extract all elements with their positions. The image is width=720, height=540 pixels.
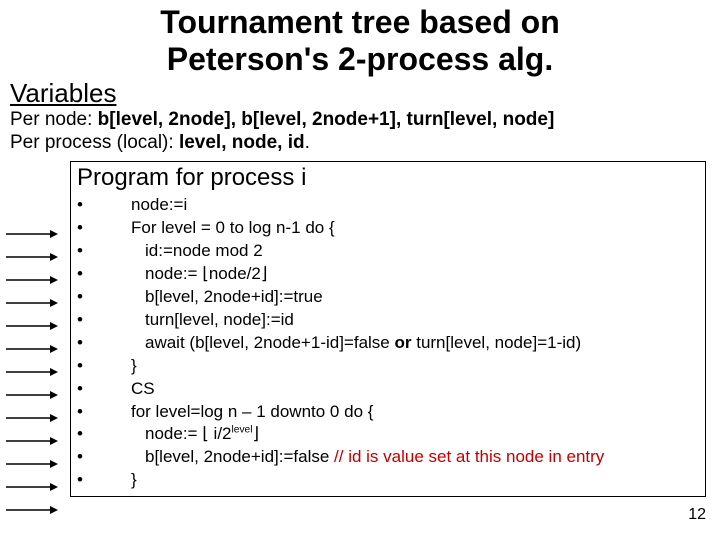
code-line: •id:=node mod 2 bbox=[77, 240, 699, 263]
page-number: 12 bbox=[688, 506, 706, 524]
bullet-dot-icon: • bbox=[77, 355, 103, 378]
bullet-arrows-column bbox=[6, 222, 60, 521]
slide-title: Tournament tree based on Peterson's 2-pr… bbox=[10, 4, 710, 78]
code-text: node:= ⌊node/2⌋ bbox=[103, 263, 267, 286]
code-line: •for level=log n – 1 downto 0 do { bbox=[77, 401, 699, 424]
vars-line1-prefix: Per node: bbox=[10, 109, 98, 130]
code-line: •node:= ⌊node/2⌋ bbox=[77, 263, 699, 286]
code-line: •node:= ⌊ i/2level⌋ bbox=[77, 423, 699, 446]
code-line: •b[level, 2node+id]:=false // id is valu… bbox=[77, 446, 699, 469]
code-text: id:=node mod 2 bbox=[103, 240, 263, 263]
title-line-2: Peterson's 2-process alg. bbox=[167, 41, 553, 77]
code-text: } bbox=[103, 469, 137, 492]
arrow-icon bbox=[6, 475, 60, 498]
code-text: turn[level, node]:=id bbox=[103, 309, 294, 332]
bullet-dot-icon: • bbox=[77, 240, 103, 263]
program-code-list: •node:=i•For level = 0 to log n-1 do {•i… bbox=[77, 194, 699, 492]
arrow-icon bbox=[6, 498, 60, 521]
code-text: await (b[level, 2node+1-id]=false or tur… bbox=[103, 332, 581, 355]
code-text: CS bbox=[103, 378, 155, 401]
arrow-icon bbox=[6, 452, 60, 475]
bullet-dot-icon: • bbox=[77, 309, 103, 332]
arrow-icon bbox=[6, 268, 60, 291]
bullet-dot-icon: • bbox=[77, 332, 103, 355]
code-line: •} bbox=[77, 355, 699, 378]
code-text: For level = 0 to log n-1 do { bbox=[103, 217, 335, 240]
vars-line2-bold: level, node, id bbox=[179, 132, 305, 153]
bullet-dot-icon: • bbox=[77, 194, 103, 217]
code-line: •turn[level, node]:=id bbox=[77, 309, 699, 332]
vars-line2-prefix: Per process (local): bbox=[10, 132, 179, 153]
variables-line-1: Per node: b[level, 2node], b[level, 2nod… bbox=[10, 108, 710, 132]
bullet-dot-icon: • bbox=[77, 423, 103, 446]
arrow-icon bbox=[6, 245, 60, 268]
arrow-icon bbox=[6, 314, 60, 337]
code-line: •node:=i bbox=[77, 194, 699, 217]
arrow-icon bbox=[6, 222, 60, 245]
slide: Tournament tree based on Peterson's 2-pr… bbox=[0, 0, 720, 540]
bullet-dot-icon: • bbox=[77, 217, 103, 240]
variables-heading: Variables bbox=[10, 80, 710, 106]
bullet-dot-icon: • bbox=[77, 378, 103, 401]
title-line-1: Tournament tree based on bbox=[160, 4, 559, 40]
arrow-icon bbox=[6, 406, 60, 429]
variables-block: Per node: b[level, 2node], b[level, 2nod… bbox=[10, 108, 710, 156]
bullet-dot-icon: • bbox=[77, 469, 103, 492]
bullet-dot-icon: • bbox=[77, 286, 103, 309]
program-box: Program for process i •node:=i•For level… bbox=[70, 161, 706, 497]
code-line: •} bbox=[77, 469, 699, 492]
bullet-dot-icon: • bbox=[77, 401, 103, 424]
arrow-icon bbox=[6, 383, 60, 406]
arrow-icon bbox=[6, 360, 60, 383]
variables-line-2: Per process (local): level, node, id. bbox=[10, 131, 710, 155]
arrow-icon bbox=[6, 429, 60, 452]
code-text: node:=i bbox=[103, 194, 187, 217]
bullet-dot-icon: • bbox=[77, 263, 103, 286]
bullet-dot-icon: • bbox=[77, 446, 103, 469]
code-line: •For level = 0 to log n-1 do { bbox=[77, 217, 699, 240]
vars-line1-bold: b[level, 2node], b[level, 2node+1], turn… bbox=[98, 109, 555, 130]
code-text: b[level, 2node+id]:=false // id is value… bbox=[103, 446, 604, 469]
code-text: } bbox=[103, 355, 137, 378]
code-line: •b[level, 2node+id]:=true bbox=[77, 286, 699, 309]
arrow-icon bbox=[6, 291, 60, 314]
program-heading: Program for process i bbox=[77, 164, 699, 192]
arrow-icon bbox=[6, 337, 60, 360]
code-line: •await (b[level, 2node+1-id]=false or tu… bbox=[77, 332, 699, 355]
code-line: •CS bbox=[77, 378, 699, 401]
code-text: b[level, 2node+id]:=true bbox=[103, 286, 323, 309]
code-text: node:= ⌊ i/2level⌋ bbox=[103, 423, 259, 446]
code-text: for level=log n – 1 downto 0 do { bbox=[103, 401, 373, 424]
